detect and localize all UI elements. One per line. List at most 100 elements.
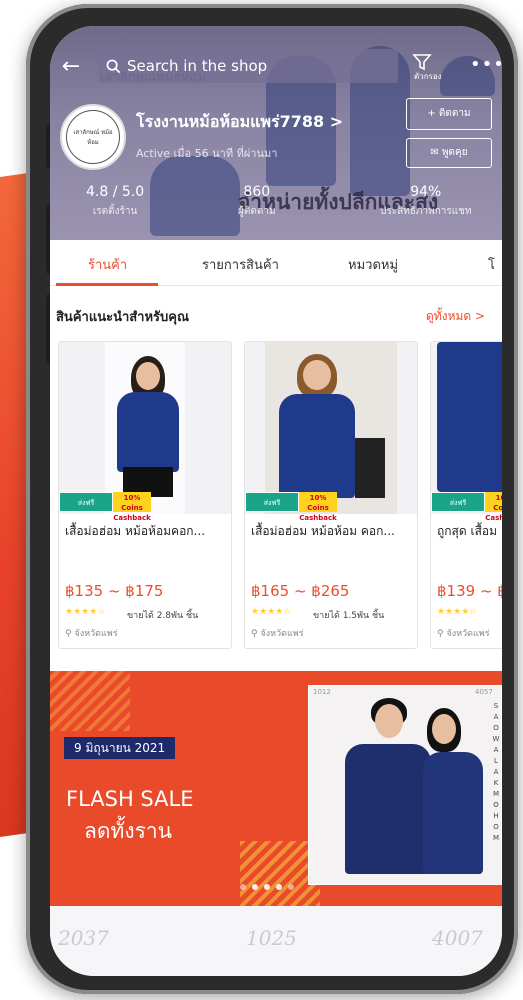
phone-screen: เสาลักษณ์หม้อห้อม จำหน่ายทั้งปลีกและส่ง … [50,26,502,976]
more-options-icon[interactable]: ••• [470,54,502,75]
product-name: ถูกสุด เสื้อม [437,524,498,538]
location-text: จังหวัดแพร่ [74,629,118,639]
banner-decoration [50,671,130,731]
stat-label: ผู้ติดตาม [238,206,276,217]
person-face [136,362,160,390]
free-shipping-badge: ส่งฟรี [431,492,485,512]
product-carousel[interactable]: ส่งฟรี 10% Coins Cashback เสื้อม่อฮ่อม ห… [58,341,502,651]
tab-partial[interactable]: โ [488,254,495,275]
pagination-dot[interactable] [276,884,282,890]
banner-pagination[interactable] [240,884,294,890]
header-background-figure [150,156,240,236]
product-card[interactable]: ส่งฟรี 10% Coins Cashback ถูกสุด เสื้อม … [430,341,502,649]
shop-stat-rating: 4.8 / 5.0 เรตติ้งร้าน [86,184,144,219]
banner-headline: FLASH SALE [66,787,194,811]
woman-shirt [423,752,483,874]
shop-name-text: โรงงานหม้อห้อมแพร่7788 [136,112,325,131]
stat-label: เรตติ้งร้าน [92,206,138,217]
shop-stat-chat-performance: 94% ประสิทธิภาพการแชท [380,184,472,219]
banner-subheadline: ลดทั้งราน [84,819,173,843]
bottom-number: 1025 [246,926,297,950]
cashback-badge: 10% Coins Cashback [299,492,337,522]
product-card[interactable]: ส่งฟรี 10% Coins Cashback เสื้อม่อฮ่อม ห… [58,341,232,649]
search-input[interactable]: Search in the shop [98,49,398,83]
location-text: จังหวัดแพร่ [446,629,490,639]
free-shipping-badge: ส่งฟรี [245,492,299,512]
bottom-number: 2037 [58,926,109,950]
filter-label: ตัวกรอง [414,72,442,81]
woman-face [432,714,456,744]
man-face [375,704,403,738]
stat-value: 94% [410,184,442,200]
product-name: เสื้อม่อฮ่อม หม้อห้อม คอก... [251,524,395,538]
chat-button[interactable]: ✉ พูดคุย [406,138,492,168]
rating-stars: ★★★★☆ [65,607,106,617]
pagination-dot[interactable] [288,884,294,890]
chat-button-label: พูดคุย [441,147,468,158]
photo-code-left: 1012 [313,688,331,696]
rating-stars: ★★★★☆ [251,607,292,617]
free-shipping-badge: ส่งฟรี [59,492,113,512]
shop-name[interactable]: โรงงานหม้อห้อมแพร่7788 > [136,110,343,135]
banner-side-text: SAOWALAKMOHOM [492,702,500,842]
pagination-dot-active[interactable] [252,884,258,890]
location-text: จังหวัดแพร่ [260,629,304,639]
tab-categories[interactable]: หมวดหมู่ [348,254,398,275]
product-location: ⚲ จังหวัดแพร่ [251,626,304,640]
promo-badges: ส่งฟรี 10% Coins Cashback [59,492,151,522]
banner-photo: 1012 4057 [308,685,502,885]
stat-label: ประสิทธิภาพการแชท [380,206,472,217]
chat-bubble-icon: ✉ [430,147,439,158]
product-price: ฿135 ~ ฿175 [65,582,164,600]
filter-button[interactable]: ตัวกรอง [400,52,444,86]
sold-count: ขายได้ 1.5พัน ชิ้น [313,611,385,621]
promo-badges: ส่งฟรี 10% Coins Cashback [431,492,502,522]
product-image [431,342,502,514]
filter-icon [412,54,432,71]
shop-logo: เสาลักษณ์ หม้อห้อม [66,110,120,164]
banner-date: 9 มิถุนายน 2021 [64,737,176,759]
product-card[interactable]: ส่งฟรี 10% Coins Cashback เสื้อม่อฮ่อม ห… [244,341,418,649]
product-location: ⚲ จังหวัดแพร่ [437,626,490,640]
background-shelf [355,438,385,498]
search-placeholder: Search in the shop [127,57,268,75]
search-icon [106,59,121,73]
product-shirt [279,394,355,498]
back-arrow-icon[interactable]: ← [58,54,84,80]
shop-avatar[interactable]: เสาลักษณ์ หม้อห้อม [60,104,126,170]
follow-button[interactable]: + ติดตาม [406,98,492,130]
tab-products[interactable]: รายการสินค้า [202,254,279,275]
stat-value: 860 [243,184,271,200]
product-shirt [117,392,179,472]
shop-header: เสาลักษณ์หม้อห้อม จำหน่ายทั้งปลีกและส่ง … [50,26,502,240]
see-all-link[interactable]: ดูทั้งหมด > [426,307,485,326]
product-price: ฿165 ~ ฿265 [251,582,350,600]
man-shirt [345,744,431,874]
cashback-badge: 10% Coins Cashback [113,492,151,522]
promo-badges: ส่งฟรี 10% Coins Cashback [245,492,337,522]
product-shirt [437,342,502,492]
active-tab-indicator [56,283,158,286]
bottom-strip: 2037 1025 4007 [50,906,502,976]
pagination-dot[interactable] [264,884,270,890]
location-pin-icon: ⚲ [65,629,72,639]
location-pin-icon: ⚲ [251,629,258,639]
tab-shop[interactable]: ร้านค้า [88,254,127,275]
recommended-title: สินค้าแนะนำสำหรับคุณ [56,310,190,325]
chevron-right-icon: > [329,112,344,131]
pagination-dot[interactable] [240,884,246,890]
cashback-badge: 10% Coins Cashback [485,492,502,522]
photo-code-right: 4057 [475,688,493,696]
product-price: ฿139 ~ ฿ [437,582,502,600]
shop-stat-followers: 860 ผู้ติดตาม [238,184,276,219]
sold-count: ขายได้ 2.8พัน ชิ้น [127,611,199,621]
person-face [303,360,331,390]
stat-value: 4.8 / 5.0 [86,184,145,200]
product-image [59,342,231,514]
flash-sale-banner[interactable]: 9 มิถุนายน 2021 FLASH SALE ลดทั้งราน 101… [50,671,502,906]
shop-tabs: ร้านค้า รายการสินค้า หมวดหมู่ โ [50,240,502,286]
location-pin-icon: ⚲ [437,629,444,639]
bottom-number: 4007 [432,926,483,950]
rating-stars: ★★★★☆ [437,607,478,617]
product-image [245,342,417,514]
